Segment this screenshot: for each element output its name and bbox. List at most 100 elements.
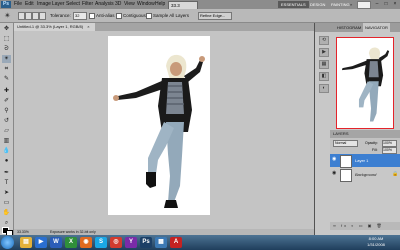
contiguous-label: Contiguous (123, 13, 146, 18)
hand-tool-icon[interactable]: ✋ (2, 209, 11, 217)
adjustments-panel-icon[interactable]: ◐ (319, 84, 329, 93)
minimize-button[interactable]: – (373, 1, 381, 7)
dodge-tool-icon[interactable]: ● (2, 157, 11, 165)
add-to-selection-icon[interactable] (25, 12, 32, 20)
fill-label: Fill: (372, 148, 378, 152)
intersect-selection-icon[interactable] (39, 12, 46, 20)
anti-alias-checkbox[interactable] (89, 13, 95, 19)
menu-filter[interactable]: Filter (82, 0, 93, 9)
menu-analysis[interactable]: Analysis (95, 0, 114, 9)
contiguous-checkbox[interactable] (116, 13, 122, 19)
menu-edit[interactable]: Edit (25, 0, 34, 9)
styles-panel-icon[interactable]: ◧ (319, 72, 329, 81)
document-tab-close-icon[interactable]: × (87, 24, 89, 29)
tab-navigator[interactable]: NAVIGATOR (363, 23, 390, 32)
search-input[interactable] (357, 1, 371, 9)
media-player-icon[interactable]: ▶ (35, 237, 47, 248)
layer-thumbnail (340, 155, 352, 168)
layer-row-background[interactable]: ◉ Background 🔒 (330, 168, 400, 182)
magic-wand-tool-preset-icon[interactable]: ✴ (3, 11, 12, 20)
word-icon[interactable]: W (50, 237, 62, 248)
system-clock[interactable]: 8:00 AM 1/31/2008 (358, 236, 394, 249)
menu-window[interactable]: Window (137, 0, 155, 9)
gradient-tool-icon[interactable]: ▥ (2, 137, 11, 145)
menu-file[interactable]: File (14, 0, 22, 9)
eyedropper-tool-icon[interactable]: ✎ (2, 75, 11, 83)
close-button[interactable]: × (391, 1, 399, 7)
menu-layer[interactable]: Layer (52, 0, 65, 9)
explorer-icon[interactable]: ▤ (20, 237, 32, 248)
document-tab-title: Untitled-1 @ 33.3% (Layer 1, RGB/8) (17, 24, 84, 29)
eye-icon[interactable]: ◉ (332, 157, 337, 162)
subtract-from-selection-icon[interactable] (32, 12, 39, 20)
clone-stamp-tool-icon[interactable]: ⚲ (2, 107, 11, 115)
history-brush-tool-icon[interactable]: ↺ (2, 117, 11, 125)
opacity-label: Opacity: (365, 141, 378, 145)
magic-wand-tool-icon[interactable]: ✴ (2, 55, 11, 63)
tab-histogram[interactable]: HISTOGRAM (337, 23, 361, 32)
marquee-tool-icon[interactable]: ⬚ (2, 35, 11, 43)
folder-icon[interactable]: ▦ (155, 237, 167, 248)
actions-panel-icon[interactable]: ▶ (319, 48, 329, 57)
layers-options: Normal Opacity: 100% Fill: 100% (330, 138, 400, 154)
excel-icon[interactable]: X (65, 237, 77, 248)
menu-select[interactable]: Select (66, 0, 80, 9)
eraser-tool-icon[interactable]: ▱ (2, 127, 11, 135)
menu-view[interactable]: View (124, 0, 135, 9)
options-bar: ✴ Tolerance: 32 Anti-alias Contiguous Sa… (0, 9, 400, 23)
layer-name: Background (355, 172, 377, 177)
lock-icon: 🔒 (392, 171, 399, 177)
document-canvas[interactable] (108, 36, 210, 215)
anti-alias-label: Anti-alias (96, 13, 115, 18)
new-selection-icon[interactable] (18, 12, 25, 20)
type-tool-icon[interactable]: T (2, 179, 11, 187)
tools-panel: ✥ ⬚ ᘐ ✴ ⌗ ✎ ✚ ✐ ⚲ ↺ ▱ ▥ 💧 ● ✒ T ➤ ▭ ✋ ⌕ (0, 23, 14, 236)
firefox-icon[interactable]: ◉ (80, 237, 92, 248)
zoom-tool-icon[interactable]: ⌕ (2, 219, 11, 227)
clock-date: 1/31/2008 (367, 242, 385, 247)
tolerance-input[interactable]: 32 (73, 12, 87, 20)
sample-all-layers-checkbox[interactable] (146, 13, 152, 19)
brush-tool-icon[interactable]: ✐ (2, 97, 11, 105)
blur-tool-icon[interactable]: 💧 (2, 147, 11, 155)
photoshop-logo-icon: Ps (1, 1, 11, 8)
shape-tool-icon[interactable]: ▭ (2, 199, 11, 207)
chrome-icon[interactable]: ◎ (110, 237, 122, 248)
lasso-tool-icon[interactable]: ᘐ (2, 45, 11, 53)
workspace-essentials[interactable]: ESSENTIALS (278, 1, 309, 8)
layers-footer-icons[interactable]: ∞ fx ◐ ▭ ▣ 🗑 (330, 222, 400, 230)
pdf-icon[interactable]: A (170, 237, 182, 248)
layer-thumbnail (340, 169, 352, 182)
panel-icon-strip: ⟲ ▶ ▦ ◧ ◐ (319, 36, 329, 100)
document-tab[interactable]: Untitled-1 @ 33.3% (Layer 1, RGB/8) × (14, 23, 95, 31)
start-button-icon[interactable] (1, 236, 14, 249)
move-tool-icon[interactable]: ✥ (2, 25, 11, 33)
document-tab-bar: Untitled-1 @ 33.3% (Layer 1, RGB/8) × (14, 23, 314, 31)
fill-input[interactable]: 100% (382, 147, 397, 154)
layer-row-layer-1[interactable]: ◉ Layer 1 (330, 154, 400, 168)
pen-tool-icon[interactable]: ✒ (2, 169, 11, 177)
photoshop-icon[interactable]: Ps (140, 237, 152, 248)
healing-brush-tool-icon[interactable]: ✚ (2, 87, 11, 95)
crop-tool-icon[interactable]: ⌗ (2, 65, 11, 73)
menu-3d[interactable]: 3D (115, 0, 121, 9)
opacity-input[interactable]: 100% (382, 140, 397, 147)
history-panel-icon[interactable]: ⟲ (319, 36, 329, 45)
dancing-woman-photo (113, 54, 205, 208)
eye-icon[interactable]: ◉ (332, 171, 337, 176)
workspace-design[interactable]: DESIGN (307, 1, 328, 8)
sample-all-layers-label: Sample All Layers (153, 13, 190, 18)
skype-icon[interactable]: S (95, 237, 107, 248)
menu-image[interactable]: Image (37, 0, 51, 9)
swatches-panel-icon[interactable]: ▦ (319, 60, 329, 69)
menu-help[interactable]: Help (155, 0, 165, 9)
blend-mode-select[interactable]: Normal (333, 140, 358, 147)
refine-edge-button[interactable]: Refine Edge... (198, 12, 232, 20)
workspace-more-icon[interactable]: » (347, 1, 355, 8)
yahoo-messenger-icon[interactable]: Y (125, 237, 137, 248)
navigator-thumbnail (341, 47, 390, 122)
application-bar: Ps File Edit Image Layer Select Filter A… (0, 0, 400, 10)
maximize-button[interactable]: □ (382, 1, 390, 7)
path-selection-tool-icon[interactable]: ➤ (2, 189, 11, 197)
navigator-preview[interactable] (336, 37, 394, 129)
